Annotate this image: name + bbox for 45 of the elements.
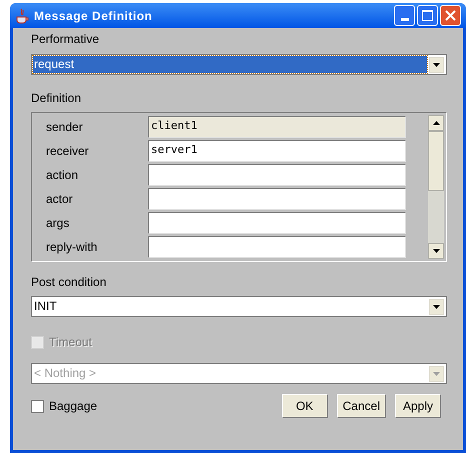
field-name: args [45, 215, 70, 232]
performative-label: Performative [31, 31, 100, 48]
combo-value: < Nothing > [33, 365, 98, 382]
dropdown-arrow-icon [433, 372, 440, 376]
combo-value: INIT [33, 298, 58, 315]
dialog-button[interactable]: Cancel [336, 394, 386, 418]
field-name: sender [45, 119, 84, 136]
scroll-down-button[interactable] [428, 243, 444, 259]
maximize-icon [422, 10, 433, 21]
field-name: reply-with [45, 239, 98, 256]
field-input[interactable] [148, 236, 406, 258]
maximize-button[interactable] [417, 5, 438, 26]
scroll-thumb[interactable] [428, 131, 444, 191]
post-condition-combo[interactable]: INIT [31, 296, 447, 317]
field-name: action [45, 167, 80, 184]
cup-icon [15, 8, 29, 24]
up-arrow-icon [432, 121, 440, 125]
dialog-button[interactable]: Apply [395, 394, 441, 418]
close-button[interactable] [440, 5, 461, 26]
scrollbar[interactable] [428, 115, 444, 259]
dropdown-arrow-icon [433, 62, 440, 66]
scroll-up-button[interactable] [428, 115, 444, 131]
field-input[interactable] [148, 188, 406, 210]
close-icon [445, 10, 456, 21]
minimize-button[interactable] [394, 5, 415, 26]
definition-label: Definition [31, 90, 82, 107]
field-input[interactable] [148, 212, 406, 234]
field-input[interactable] [148, 164, 406, 186]
dropdown-arrow-icon [432, 249, 440, 253]
checkbox[interactable] [31, 400, 44, 412]
field-name: actor [45, 191, 74, 208]
dropdown-button[interactable] [429, 56, 444, 72]
field-input[interactable]: server1 [148, 140, 406, 162]
dropdown-arrow-icon [433, 304, 440, 308]
dropdown-button[interactable] [429, 298, 444, 314]
post-condition-label: Post condition [31, 274, 108, 291]
window-title: Message Definition [34, 8, 154, 24]
combo-value: request [33, 56, 427, 73]
dialog-button[interactable]: OK [282, 394, 328, 418]
checkbox-label: Baggage [49, 398, 98, 415]
checkbox-label: Timeout [49, 334, 92, 351]
minimize-icon [400, 18, 408, 21]
performative-combo[interactable]: request [31, 54, 447, 75]
field-name: receiver [45, 143, 90, 160]
field-input[interactable]: client1 [148, 116, 406, 138]
